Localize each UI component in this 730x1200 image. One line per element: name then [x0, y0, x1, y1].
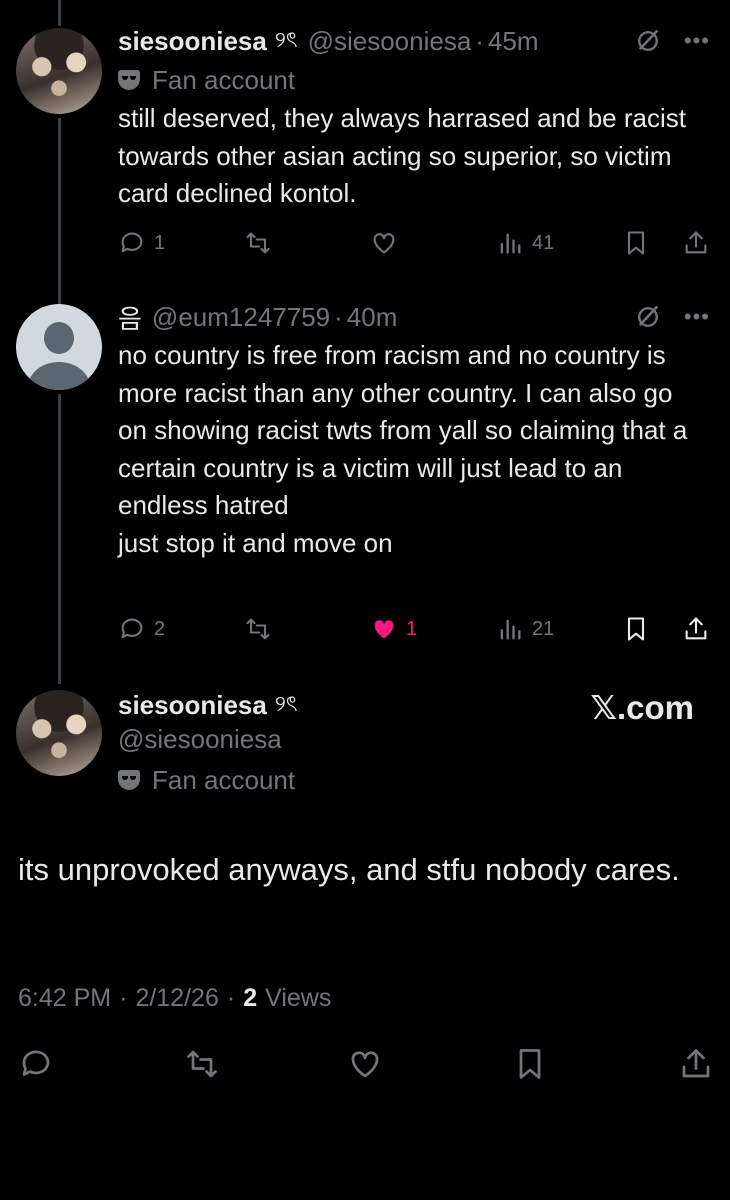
views-count[interactable]: 2: [243, 984, 257, 1013]
fan-account-badge: Fan account: [118, 764, 295, 796]
repost-button[interactable]: [184, 1046, 220, 1087]
bookmark-button[interactable]: [622, 612, 650, 646]
like-button[interactable]: [347, 1046, 383, 1087]
separator-dot: ·: [475, 25, 484, 56]
header-icons: •••: [634, 300, 710, 334]
main-action-bar: [0, 1046, 730, 1086]
default-avatar[interactable]: [16, 304, 102, 390]
grok-icon[interactable]: [634, 27, 662, 55]
reply-button[interactable]: 1: [118, 226, 165, 260]
bookmark-icon: [519, 1049, 541, 1079]
grok-icon[interactable]: [634, 303, 662, 331]
reply-header: 음 @eum1247759 · 40m •••: [118, 300, 710, 334]
user-handle[interactable]: @eum1247759: [152, 302, 330, 333]
like-button[interactable]: 1: [370, 612, 417, 646]
views-button[interactable]: 41: [496, 226, 554, 260]
user-handle[interactable]: @siesooniesa: [118, 724, 282, 755]
fan-account-badge: Fan account: [118, 64, 295, 96]
repost-button[interactable]: [244, 226, 272, 260]
thread-line-2: [58, 394, 61, 684]
post-time[interactable]: 6:42 PM: [18, 984, 111, 1013]
repost-button[interactable]: [244, 612, 272, 646]
reply-icon: [121, 618, 143, 639]
avatar[interactable]: [16, 690, 102, 776]
post-date[interactable]: 2/12/26: [135, 984, 218, 1013]
views-count: 41: [532, 231, 555, 254]
bookmark-icon: [627, 231, 645, 255]
reply-button[interactable]: [18, 1046, 54, 1087]
x-logo-watermark: 𝕏.com: [590, 689, 694, 726]
reply-header: siesooniesa ୨ৎ @siesooniesa · 45m •••: [118, 24, 710, 58]
post-text: still deserved, they always harrased and…: [118, 103, 686, 208]
post-text: no country is free from racism and no co…: [118, 340, 688, 558]
bookmark-button[interactable]: [512, 1046, 548, 1087]
views-button[interactable]: 21: [496, 612, 554, 646]
views-count: 21: [532, 617, 555, 640]
reply-icon: [121, 232, 143, 253]
user-handle[interactable]: @siesooniesa: [308, 26, 472, 57]
thread-line-1: [58, 118, 61, 304]
display-name[interactable]: siesooniesa: [118, 26, 267, 57]
reply-button[interactable]: 2: [118, 612, 165, 646]
timestamp[interactable]: 45m: [488, 26, 539, 57]
repost-icon: [187, 1050, 217, 1078]
avatar-body-shape: [28, 362, 90, 390]
share-icon: [682, 1049, 710, 1078]
action-bar: 1 41: [118, 226, 712, 260]
like-count: 1: [406, 617, 418, 640]
action-bar: 2 1 21: [118, 612, 712, 646]
share-button[interactable]: [678, 1046, 714, 1087]
display-name[interactable]: 음: [118, 299, 142, 336]
mask-icon: [118, 70, 140, 90]
bookmark-button[interactable]: [622, 226, 650, 260]
avatar-head-shape: [44, 322, 74, 354]
thread-line-top: [58, 0, 61, 26]
separator-dot: ·: [119, 984, 128, 1012]
heart-icon: [351, 1051, 379, 1078]
like-button[interactable]: [370, 226, 398, 260]
share-button[interactable]: [682, 612, 710, 646]
thread-view: siesooniesa ୨ৎ @siesooniesa · 45m ••• Fa…: [0, 0, 730, 1200]
main-post-text: its unprovoked anyways, and stfu nobody …: [18, 852, 680, 887]
share-icon: [685, 617, 707, 640]
reply-count: 2: [154, 617, 166, 640]
repost-icon: [246, 618, 270, 640]
more-options-icon[interactable]: •••: [684, 30, 710, 52]
post-meta: 6:42 PM · 2/12/26 · 2 Views: [18, 984, 331, 1013]
name-glyph: ୨ৎ: [274, 690, 298, 716]
reply-count: 1: [154, 231, 166, 254]
mask-icon: [118, 770, 140, 790]
repost-icon: [246, 232, 270, 254]
bookmark-icon: [627, 617, 645, 641]
views-label: Views: [265, 984, 332, 1012]
badge-label: Fan account: [152, 64, 296, 95]
header-icons: •••: [634, 24, 710, 58]
badge-label: Fan account: [152, 764, 296, 795]
heart-icon: [373, 233, 395, 254]
heart-filled-icon: [374, 620, 394, 639]
reply-icon: [22, 1050, 50, 1076]
share-icon: [685, 231, 707, 254]
analytics-icon: [500, 619, 521, 640]
share-button[interactable]: [682, 226, 710, 260]
separator-dot: ·: [334, 301, 343, 332]
display-name[interactable]: siesooniesa: [118, 690, 267, 721]
avatar[interactable]: [16, 28, 102, 114]
analytics-icon: [500, 233, 521, 254]
name-glyph: ୨ৎ: [274, 26, 298, 52]
separator-dot: ·: [226, 984, 236, 1012]
timestamp[interactable]: 40m: [347, 302, 398, 333]
more-options-icon[interactable]: •••: [684, 306, 710, 328]
